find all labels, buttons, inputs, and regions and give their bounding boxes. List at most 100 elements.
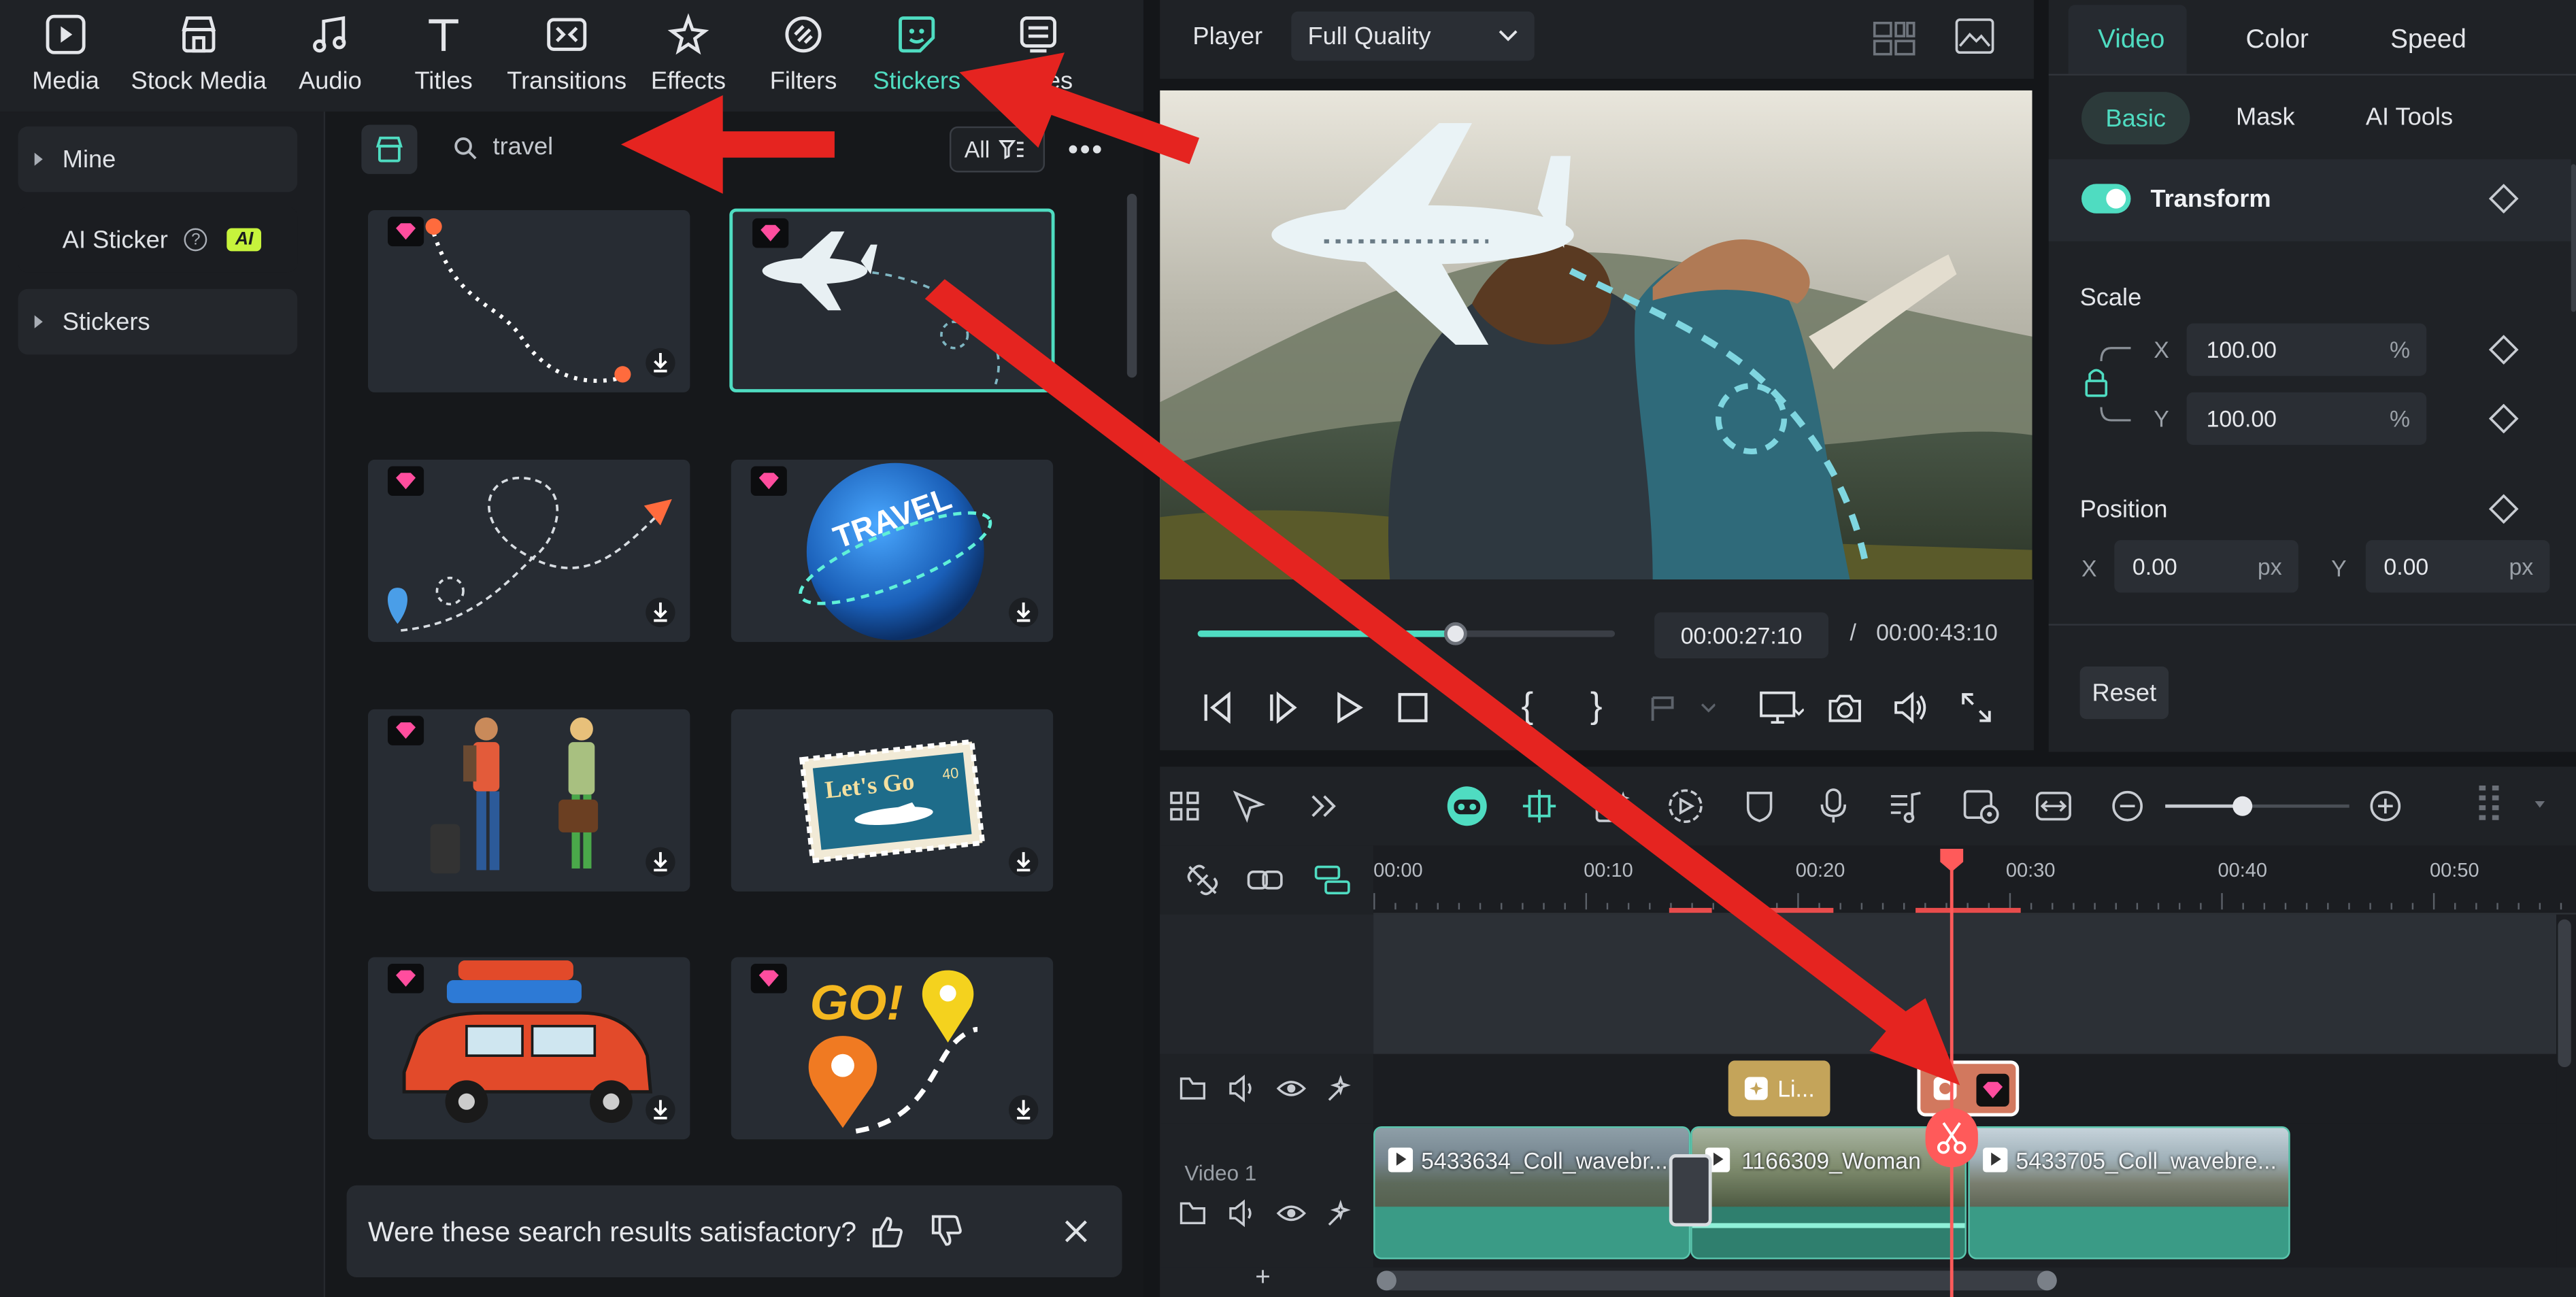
current-time-field[interactable]: 00:00:27:10: [1654, 612, 1829, 658]
sticker-card-travel-globe[interactable]: TRAVEL: [731, 459, 1054, 642]
download-icon[interactable]: [1007, 596, 1039, 628]
fullscreen-icon[interactable]: [1958, 690, 1994, 726]
scale-x-field[interactable]: 100.00 %: [2186, 323, 2427, 376]
track-effects-icon[interactable]: [1326, 1074, 1355, 1103]
track-visibility-icon[interactable]: [1276, 1075, 1307, 1102]
sticker-card-airplane[interactable]: [729, 208, 1055, 392]
zoom-in-icon[interactable]: [2369, 790, 2402, 822]
empty-track-area[interactable]: [1373, 914, 2557, 1054]
thumbs-down-icon[interactable]: [929, 1213, 965, 1249]
subtab-ai-tools[interactable]: AI Tools: [2366, 103, 2453, 131]
sidebar-item-mine[interactable]: Mine: [18, 126, 298, 192]
lock-ratio-icon[interactable]: [2085, 338, 2134, 433]
split-scissors-button[interactable]: [1925, 1108, 1978, 1168]
more-options-icon[interactable]: •••: [1068, 133, 1104, 168]
download-icon[interactable]: [644, 596, 677, 628]
subtab-mask[interactable]: Mask: [2236, 103, 2295, 131]
download-icon[interactable]: [644, 1094, 677, 1126]
zoom-slider-knob[interactable]: [2232, 796, 2253, 816]
track-effects-icon[interactable]: [1326, 1198, 1355, 1228]
tab-titles[interactable]: Titles: [407, 3, 480, 105]
audio-mix-icon[interactable]: [1888, 788, 1924, 824]
tab-video[interactable]: Video: [2098, 27, 2164, 56]
video-preview[interactable]: [1160, 90, 2033, 580]
fit-timeline-icon[interactable]: [2035, 788, 2071, 824]
keyframe-diamond-icon[interactable]: [2488, 335, 2519, 365]
keyframe-diamond-icon[interactable]: [2488, 184, 2519, 214]
stop-icon[interactable]: [1396, 691, 1429, 724]
timeline-v-scrollbar[interactable]: [2558, 919, 2571, 1068]
playback-progress-track[interactable]: [1197, 622, 1616, 645]
play-icon[interactable]: [1331, 690, 1367, 726]
keyframe-diamond-icon[interactable]: [2488, 403, 2519, 434]
track-folder-icon[interactable]: [1180, 1075, 1206, 1102]
mark-in-icon[interactable]: {: [1521, 685, 1533, 728]
thumbs-up-icon[interactable]: [869, 1213, 905, 1249]
render-preview-icon[interactable]: [1962, 786, 2001, 826]
download-icon[interactable]: [644, 346, 677, 379]
scrollbar-thumb[interactable]: [1126, 193, 1137, 378]
tab-stock-media[interactable]: Stock Media: [128, 3, 269, 105]
transition-marker[interactable]: [1669, 1153, 1712, 1227]
track-folder-icon[interactable]: [1180, 1200, 1206, 1227]
layout-grid-icon[interactable]: [1168, 790, 1201, 822]
video-clip[interactable]: 1166309_Woman: [1690, 1126, 1967, 1260]
sticker-card-go-pins[interactable]: GO!: [731, 957, 1054, 1140]
sidebar-item-ai-sticker[interactable]: AI Sticker ? AI: [18, 207, 298, 273]
track-visibility-icon[interactable]: [1276, 1200, 1307, 1227]
filter-dropdown[interactable]: All: [949, 126, 1046, 173]
store-button[interactable]: [361, 124, 418, 174]
download-icon[interactable]: [644, 845, 677, 878]
tab-stickers[interactable]: Stickers: [871, 3, 963, 105]
previous-frame-icon[interactable]: [1199, 690, 1235, 726]
timeline-settings-icon[interactable]: [2473, 785, 2548, 828]
position-x-field[interactable]: 0.00 px: [2114, 540, 2298, 593]
microphone-icon[interactable]: [1817, 786, 1850, 826]
speed-ramp-icon[interactable]: [1667, 788, 1703, 824]
next-frame-icon[interactable]: [1265, 690, 1301, 726]
tab-filters[interactable]: Filters: [765, 3, 841, 105]
timeline-h-scrollbar[interactable]: [1376, 1270, 2057, 1291]
display-settings-icon[interactable]: [1758, 690, 1804, 726]
panel-scrollbar[interactable]: [2571, 164, 2576, 312]
tab-media[interactable]: Media: [23, 3, 109, 105]
link-icon[interactable]: [1245, 862, 1285, 898]
track-mute-icon[interactable]: [1227, 1074, 1256, 1103]
tab-templates[interactable]: tes: [999, 3, 1077, 105]
ai-edit-icon[interactable]: [1594, 788, 1633, 824]
help-icon[interactable]: ?: [184, 228, 207, 252]
video-clip[interactable]: 5433705_Coll_wavebre...: [1968, 1126, 2290, 1260]
subtab-basic[interactable]: Basic: [2081, 92, 2190, 145]
tab-effects[interactable]: Effects: [648, 3, 730, 105]
camera-icon[interactable]: [1827, 690, 1863, 726]
insert-options-icon[interactable]: [1650, 691, 1716, 724]
sticker-card-map-route[interactable]: [367, 209, 690, 392]
transform-toggle[interactable]: [2081, 184, 2131, 214]
smart-cut-icon[interactable]: [1521, 788, 1557, 824]
playhead-handle[interactable]: [1937, 845, 1966, 875]
close-icon[interactable]: [1063, 1218, 1090, 1245]
select-pointer-icon[interactable]: [1231, 788, 1267, 824]
sticker-card-heart-route[interactable]: [367, 459, 690, 642]
tab-speed[interactable]: Speed: [2390, 27, 2466, 56]
ai-assistant-icon[interactable]: [1444, 785, 1490, 828]
zoom-out-icon[interactable]: [2111, 790, 2143, 822]
mark-out-icon[interactable]: }: [1590, 685, 1603, 728]
track-mute-icon[interactable]: [1227, 1198, 1256, 1228]
expand-more-icon[interactable]: [1307, 790, 1340, 822]
quality-dropdown[interactable]: Full Quality: [1291, 11, 1535, 61]
tab-audio[interactable]: Audio: [292, 3, 368, 105]
tab-transitions[interactable]: Transitions: [506, 3, 628, 105]
download-icon[interactable]: [1007, 845, 1039, 878]
grid-view-icon[interactable]: [1873, 20, 1916, 56]
search-input[interactable]: travel: [493, 133, 554, 161]
unlink-icon[interactable]: [1184, 862, 1220, 898]
sticker-clip[interactable]: [1917, 1060, 2020, 1117]
sticker-card-travelers[interactable]: [367, 709, 690, 892]
snapshot-image-icon[interactable]: [1955, 18, 1994, 54]
video-clip[interactable]: 5433634_Coll_wavebr...: [1373, 1126, 1691, 1260]
keyframe-diamond-icon[interactable]: [2488, 494, 2519, 524]
download-icon[interactable]: [1007, 1094, 1039, 1126]
shield-mask-icon[interactable]: [1743, 788, 1775, 824]
add-track-button[interactable]: +: [1255, 1264, 1271, 1294]
